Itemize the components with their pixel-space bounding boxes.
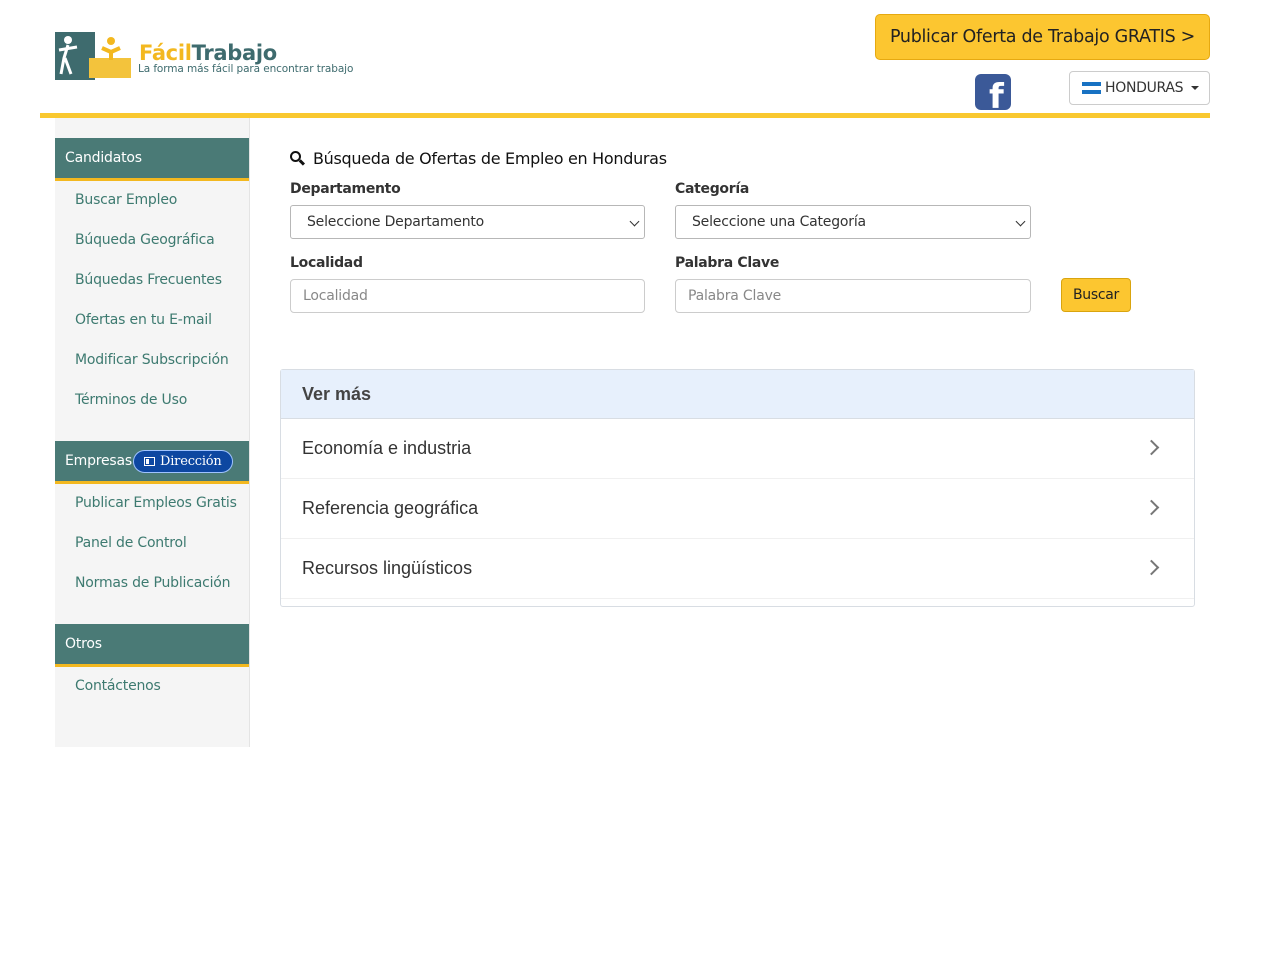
categoria-select-value: Seleccione una Categoría [692, 214, 866, 230]
sidebar-item-buscar-empleo[interactable]: Buscar Empleo [75, 192, 177, 208]
sidebar-item-modificar-subscripcion[interactable]: Modificar Subscripción [75, 352, 229, 368]
categoria-select[interactable]: Seleccione una Categoría [675, 205, 1031, 239]
facebook-icon[interactable]: f [975, 74, 1011, 110]
direccion-badge[interactable]: Dirección [133, 449, 233, 473]
sidebar-item-contactenos[interactable]: Contáctenos [75, 678, 161, 694]
sidebar-heading-otros: Otros [55, 624, 249, 667]
site-logo[interactable]: FácilTrabajo La forma más fácil para enc… [55, 30, 355, 82]
search-title: Búsqueda de Ofertas de Empleo en Hondura… [290, 149, 667, 168]
sidebar-heading-empresas-label: Empresas [65, 453, 132, 469]
chevron-right-icon [1143, 559, 1160, 576]
logo-brand: FácilTrabajo [139, 41, 277, 65]
sidebar-heading-candidatos: Candidatos [55, 138, 249, 181]
ver-mas-panel: Ver más Economía e industria Referencia … [280, 369, 1195, 607]
address-card-icon [144, 456, 155, 466]
search-icon [290, 151, 306, 166]
sidebar-item-panel-control[interactable]: Panel de Control [75, 535, 187, 551]
sidebar-item-ofertas-email[interactable]: Ofertas en tu E-mail [75, 312, 212, 328]
departamento-select-value: Seleccione Departamento [307, 214, 485, 230]
ver-mas-item-label: Economía e industria [302, 438, 472, 458]
ver-mas-item-label: Referencia geográfica [302, 498, 479, 518]
ver-mas-title: Ver más [281, 370, 1194, 419]
search-title-text: Búsqueda de Ofertas de Empleo en Hondura… [313, 149, 667, 168]
country-dropdown[interactable]: HONDURAS [1069, 71, 1210, 105]
sidebar-item-terminos-uso[interactable]: Términos de Uso [75, 392, 187, 408]
ver-mas-item-economia[interactable]: Economía e industria [281, 419, 1194, 479]
caret-down-icon [1191, 86, 1200, 90]
palabra-clave-input[interactable] [675, 279, 1031, 313]
sidebar-item-publicar-empleos[interactable]: Publicar Empleos Gratis [75, 495, 237, 511]
logo-tagline: La forma más fácil para encontrar trabaj… [138, 63, 354, 75]
departamento-select[interactable]: Seleccione Departamento [290, 205, 645, 239]
categoria-label: Categoría [675, 181, 749, 197]
honduras-flag-icon [1082, 81, 1101, 95]
chevron-down-icon [1015, 216, 1026, 227]
sidebar-item-busquedas-frecuentes[interactable]: Búquedas Frecuentes [75, 272, 222, 288]
sidebar-item-busqueda-geografica[interactable]: Búqueda Geográfica [75, 232, 215, 248]
country-label: HONDURAS [1105, 80, 1184, 96]
chevron-right-icon [1143, 439, 1160, 456]
chevron-right-icon [1143, 499, 1160, 516]
ver-mas-item-referencia[interactable]: Referencia geográfica [281, 479, 1194, 539]
ver-mas-item-label: Recursos lingüísticos [302, 558, 473, 578]
departamento-label: Departamento [290, 181, 401, 197]
sidebar-heading-empresas: Empresas Dirección [55, 441, 249, 484]
publish-offer-button[interactable]: Publicar Oferta de Trabajo GRATIS > [875, 14, 1210, 60]
direccion-badge-label: Dirección [160, 453, 222, 469]
palabra-clave-label: Palabra Clave [675, 255, 780, 271]
localidad-label: Localidad [290, 255, 363, 271]
ver-mas-item-recursos[interactable]: Recursos lingüísticos [281, 539, 1194, 599]
sidebar: Candidatos Buscar Empleo Búqueda Geográf… [55, 118, 250, 747]
localidad-input[interactable] [290, 279, 645, 313]
sidebar-item-normas-publicacion[interactable]: Normas de Publicación [75, 575, 230, 591]
buscar-button[interactable]: Buscar [1061, 278, 1131, 312]
logo-icon [55, 32, 131, 80]
chevron-down-icon [629, 216, 640, 227]
